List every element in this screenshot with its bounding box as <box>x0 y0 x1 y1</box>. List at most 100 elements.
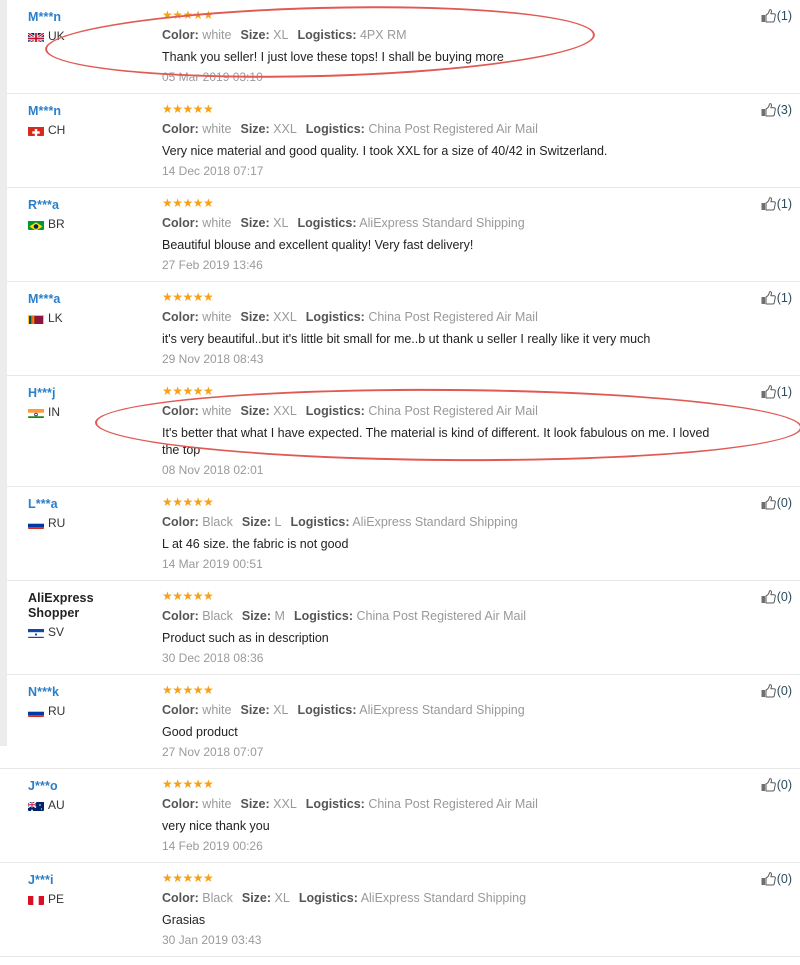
flag-ch-icon <box>28 125 44 136</box>
helpful-button[interactable]: (0) <box>730 871 792 886</box>
review-text: L at 46 size. the fabric is not good <box>162 537 349 551</box>
size-label: Size: <box>240 797 270 811</box>
reviewer-column: L***a RU <box>28 495 132 529</box>
reviewer-country: LK <box>28 312 132 324</box>
thumbs-up-icon[interactable] <box>761 872 776 886</box>
thumbs-up-icon[interactable] <box>761 778 776 792</box>
size-value: XL <box>273 703 289 717</box>
helpful-button[interactable]: (1) <box>730 196 792 211</box>
logistics-value: AliExpress Standard Shipping <box>359 703 525 717</box>
reviewer-name[interactable]: N***k <box>28 685 132 700</box>
logistics-label: Logistics: <box>290 515 350 529</box>
size-label: Size: <box>240 310 270 324</box>
country-code-label: UK <box>48 29 65 43</box>
review-date: 14 Feb 2019 00:26 <box>162 839 263 853</box>
logistics-value: China Post Registered Air Mail <box>368 310 538 324</box>
reviewer-name[interactable]: L***a <box>28 497 132 512</box>
thumbs-up-icon[interactable] <box>761 590 776 604</box>
helpful-button[interactable]: (3) <box>730 102 792 117</box>
thumbs-up-icon[interactable] <box>761 291 776 305</box>
thumbs-up-icon[interactable] <box>761 103 776 117</box>
helpful-button[interactable]: (0) <box>730 589 792 604</box>
reviewer-name[interactable]: M***a <box>28 292 132 307</box>
review-date: 05 Mar 2019 03:10 <box>162 70 263 84</box>
star-rating: ★★★★★ <box>162 777 214 791</box>
color-label: Color: <box>162 515 199 529</box>
review-row: H***j IN ★★★★★ Color: white Size: XXL Logisti… <box>0 376 800 487</box>
flag-uk-icon <box>28 31 44 42</box>
color-label: Color: <box>162 703 199 717</box>
helpful-count: (0) <box>776 872 792 886</box>
star-rating: ★★★★★ <box>162 495 214 509</box>
thumbs-up-icon[interactable] <box>761 684 776 698</box>
review-row: N***k RU ★★★★★ Color: white Size: XL Logistic… <box>0 675 800 769</box>
review-row: R***a BR ★★★★★ Color: white Size: XL Logistic… <box>0 188 800 282</box>
helpful-count: (1) <box>776 385 792 399</box>
thumbs-up-icon[interactable] <box>761 496 776 510</box>
reviewer-country: SV <box>28 626 132 638</box>
size-value: XL <box>273 216 289 230</box>
color-label: Color: <box>162 28 199 42</box>
star-rating: ★★★★★ <box>162 8 214 22</box>
logistics-value: AliExpress Standard Shipping <box>359 216 525 230</box>
reviewer-column: AliExpress Shopper SV <box>28 589 132 638</box>
review-row: M***n UK ★★★★★ Color: white Size: XL Logistic… <box>0 0 800 94</box>
logistics-value: China Post Registered Air Mail <box>356 609 527 623</box>
reviewer-name[interactable]: M***n <box>28 104 132 119</box>
star-rating: ★★★★★ <box>162 290 214 304</box>
logistics-label: Logistics: <box>293 609 354 623</box>
review-row: AliExpress Shopper SV ★★★★★ Color: Black Siz… <box>0 581 800 675</box>
country-code-label: IN <box>48 405 60 419</box>
reviewer-name[interactable]: J***i <box>28 873 132 888</box>
size-value: XXL <box>273 797 297 811</box>
helpful-button[interactable]: (0) <box>730 683 792 698</box>
reviewer-country: CH <box>28 124 132 136</box>
review-content: ★★★★★ Color: white Size: XL Logistics: 4PX … <box>132 8 730 85</box>
helpful-button[interactable]: (0) <box>730 495 792 510</box>
review-list: M***n UK ★★★★★ Color: white Size: XL Logistic… <box>0 0 800 965</box>
size-label: Size: <box>240 122 270 136</box>
helpful-button[interactable]: (1) <box>730 8 792 23</box>
review-attributes: Color: Black Size: XL Logistics: AliExpres… <box>162 890 722 906</box>
logistics-label: Logistics: <box>305 404 365 418</box>
reviewer-name[interactable]: J***o <box>28 779 132 794</box>
color-value: white <box>202 404 232 418</box>
size-value: XXL <box>273 122 297 136</box>
thumbs-up-icon[interactable] <box>761 197 776 211</box>
reviewer-name[interactable]: M***n <box>28 10 132 25</box>
logistics-label: Logistics: <box>305 310 365 324</box>
thumbs-up-icon[interactable] <box>761 385 776 399</box>
color-value: white <box>202 216 232 230</box>
reviewer-country: UK <box>28 30 132 42</box>
color-label: Color: <box>162 122 199 136</box>
review-date: 08 Nov 2018 02:01 <box>162 463 264 477</box>
country-code-label: RU <box>48 704 66 718</box>
color-value: white <box>202 797 232 811</box>
thumbs-up-icon[interactable] <box>761 9 776 23</box>
logistics-label: Logistics: <box>297 703 357 717</box>
helpful-button[interactable]: (1) <box>730 384 792 399</box>
logistics-label: Logistics: <box>297 28 357 42</box>
review-date: 30 Jan 2019 03:43 <box>162 933 262 947</box>
flag-br-icon <box>28 219 44 230</box>
review-text: Very nice material and good quality. I t… <box>162 144 608 158</box>
review-date: 29 Nov 2018 08:43 <box>162 352 264 366</box>
country-code-label: SV <box>48 625 65 639</box>
logistics-label: Logistics: <box>298 891 358 905</box>
flag-lk-icon <box>28 313 44 324</box>
review-content: ★★★★★ Color: white Size: XXL Logistics: Chi… <box>132 102 730 179</box>
reviewer-column: M***a LK <box>28 290 132 324</box>
review-attributes: Color: white Size: XL Logistics: AliExpres… <box>162 215 722 231</box>
country-code-label: AU <box>48 798 65 812</box>
review-text: it's very beautiful..but it's little bit… <box>162 332 651 346</box>
helpful-count: (3) <box>776 103 792 117</box>
helpful-button[interactable]: (1) <box>730 290 792 305</box>
reviewer-name[interactable]: H***j <box>28 386 132 401</box>
helpful-button[interactable]: (0) <box>730 777 792 792</box>
star-rating: ★★★★★ <box>162 683 214 697</box>
review-content: ★★★★★ Color: white Size: XL Logistics: AliE… <box>132 196 730 273</box>
country-code-label: BR <box>48 217 65 231</box>
reviewer-name[interactable]: R***a <box>28 198 132 213</box>
review-attributes: Color: Black Size: M Logistics: China Post… <box>162 608 722 624</box>
logistics-value: 4PX RM <box>359 28 407 42</box>
